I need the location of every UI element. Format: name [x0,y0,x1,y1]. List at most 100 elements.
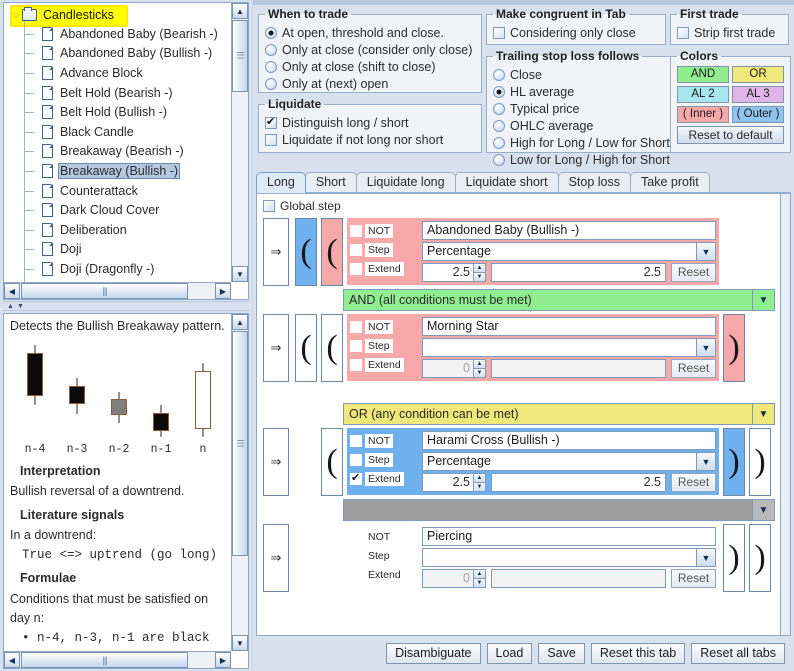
tab-liquidate-long[interactable]: Liquidate long [355,172,456,193]
radio-icon[interactable] [265,26,277,39]
checkbox-icon[interactable] [350,434,362,447]
color-swatch-button[interactable]: ( Inner ) [677,106,729,123]
tab-take-profit[interactable]: Take profit [630,172,710,193]
spinner-down-icon[interactable]: ▼ [473,578,486,588]
radio-icon[interactable] [265,77,277,90]
radio-icon[interactable] [493,102,505,115]
bracket-close[interactable]: ) [749,428,771,496]
logic-operator-combo[interactable]: AND (all conditions must be met) ▼ [343,289,775,311]
detail-vertical-scrollbar[interactable]: ▲ ☰ ▼ [231,314,248,651]
pattern-tree[interactable]: ○ Candlesticks Abandoned Baby (Bearish -… [4,3,231,282]
row-reset-button[interactable]: Reset [671,359,716,378]
threshold-spinner[interactable]: 0 ▲ ▼ [422,359,486,378]
chevron-down-icon[interactable]: ▼ [696,338,716,357]
trailing-stop-radios[interactable]: Close HL average Typical price OHLC average… [493,66,670,168]
secondary-value-field[interactable] [491,359,666,378]
checkbox-icon[interactable] [350,471,362,485]
step-flag[interactable]: Step [350,240,422,259]
checkbox-icon[interactable] [265,133,277,146]
checkbox-icon[interactable] [350,530,362,543]
logic-operator-combo[interactable]: ▼ [343,499,775,521]
radio-icon[interactable] [493,153,505,166]
bracket-open[interactable]: ( [295,314,317,382]
extend-flag[interactable]: Extend [350,469,422,488]
radio-icon[interactable] [493,85,505,98]
threshold-spinner[interactable]: 2.5 ▲ ▼ [422,263,486,282]
first-trade-checkboxes[interactable]: Strip first trade [677,24,782,41]
tab-strip[interactable]: Long Short Liquidate long Liquidate short St… [256,172,791,193]
checkbox-icon[interactable] [265,115,277,129]
not-flag[interactable]: NOT [350,317,422,336]
row-reset-button[interactable]: Reset [671,569,716,588]
spinner-up-icon[interactable]: ▲ [473,569,486,578]
spinner-buttons[interactable]: ▲ ▼ [473,263,486,282]
divider-collapse-down-icon[interactable]: ▼ [17,303,24,310]
scroll-left-icon[interactable]: ◀ [4,283,20,299]
trailing-stop-option[interactable]: OHLC average [493,117,670,134]
tab-short[interactable]: Short [304,172,357,193]
tree-hscroll-thumb[interactable]: ||| [21,283,188,299]
tree-item[interactable]: Advance Block [8,60,231,84]
implies-arrow-icon[interactable]: ⇒ [263,314,289,382]
bracket-open[interactable]: ( [321,314,343,382]
checkbox-icon[interactable] [350,358,362,371]
condition-mode-combo[interactable]: ▼ [422,548,716,567]
make-congruent-option[interactable]: Considering only close [493,24,659,41]
liquidate-option[interactable]: Liquidate if not long nor short [265,131,475,148]
color-swatch-button[interactable]: ( Outer ) [732,106,784,123]
detail-horizontal-scrollbar[interactable]: ◀ ||| ▶ [4,651,231,668]
radio-icon[interactable] [493,136,505,149]
condition-name-field[interactable]: Abandoned Baby (Bullish -) [422,221,716,240]
chevron-down-icon[interactable]: ▼ [696,242,716,261]
scroll-down-icon[interactable]: ▼ [232,635,248,651]
condition-name-field[interactable]: Morning Star [422,317,716,336]
tree-vertical-scrollbar[interactable]: ▲ ☰ ▼ [231,3,248,282]
color-swatch-button[interactable]: AL 3 [732,86,784,103]
not-flag[interactable]: NOT [350,527,422,546]
tab-long[interactable]: Long [256,172,306,193]
tree-item[interactable]: Abandoned Baby (Bullish -) [8,40,231,64]
chevron-down-icon[interactable]: ▼ [752,290,774,310]
split-pane-divider[interactable]: ▲ ▼ [3,301,249,311]
scroll-left-icon[interactable]: ◀ [4,652,20,668]
condition-mode-combo[interactable]: Percentage ▼ [422,452,716,471]
tree-item[interactable]: Doji [8,236,231,260]
chevron-down-icon[interactable]: ▼ [752,500,774,520]
bracket-open[interactable]: ( [321,218,343,286]
threshold-value[interactable]: 2.5 [422,473,473,492]
spinner-down-icon[interactable]: ▼ [473,368,486,378]
step-flag[interactable]: Step [350,336,422,355]
threshold-value[interactable]: 0 [422,569,473,588]
checkbox-icon[interactable] [350,453,362,466]
checkbox-icon[interactable] [350,549,362,562]
disambiguate-button[interactable]: Disambiguate [386,642,481,664]
scroll-down-icon[interactable]: ▼ [232,266,248,282]
checkbox-icon[interactable] [493,26,505,39]
chevron-down-icon[interactable]: ▼ [696,548,716,567]
spinner-buttons[interactable]: ▲ ▼ [473,359,486,378]
when-to-trade-option[interactable]: Only at close (consider only close) [265,41,475,58]
secondary-value-field[interactable]: 2.5 [491,263,666,282]
scroll-right-icon[interactable]: ▶ [215,652,231,668]
spinner-buttons[interactable]: ▲ ▼ [473,473,486,492]
scroll-right-icon[interactable]: ▶ [215,283,231,299]
trailing-stop-option[interactable]: Typical price [493,100,670,117]
when-to-trade-option[interactable]: Only at close (shift to close) [265,58,475,75]
checkbox-icon[interactable] [350,243,362,256]
checkbox-icon[interactable] [350,568,362,581]
tab-liquidate-short[interactable]: Liquidate short [454,172,559,193]
tree-item[interactable]: Black Candle [8,119,231,143]
action-button-bar[interactable]: Disambiguate Load Save Reset this tab Reset … [256,638,791,668]
tree-vscroll-thumb[interactable]: ☰ [232,20,248,92]
row-reset-button[interactable]: Reset [671,473,716,492]
extend-flag[interactable]: Extend [350,565,422,584]
checkbox-icon[interactable] [677,26,689,39]
secondary-value-field[interactable]: 2.5 [491,473,666,492]
reset-all-tabs-button[interactable]: Reset all tabs [691,642,785,664]
step-flag[interactable]: Step [350,450,422,469]
extend-flag[interactable]: Extend [350,259,422,278]
color-swatch-button[interactable]: AL 2 [677,86,729,103]
save-button[interactable]: Save [538,642,585,664]
radio-icon[interactable] [265,60,277,73]
color-swatch-button[interactable]: AND [677,66,729,83]
